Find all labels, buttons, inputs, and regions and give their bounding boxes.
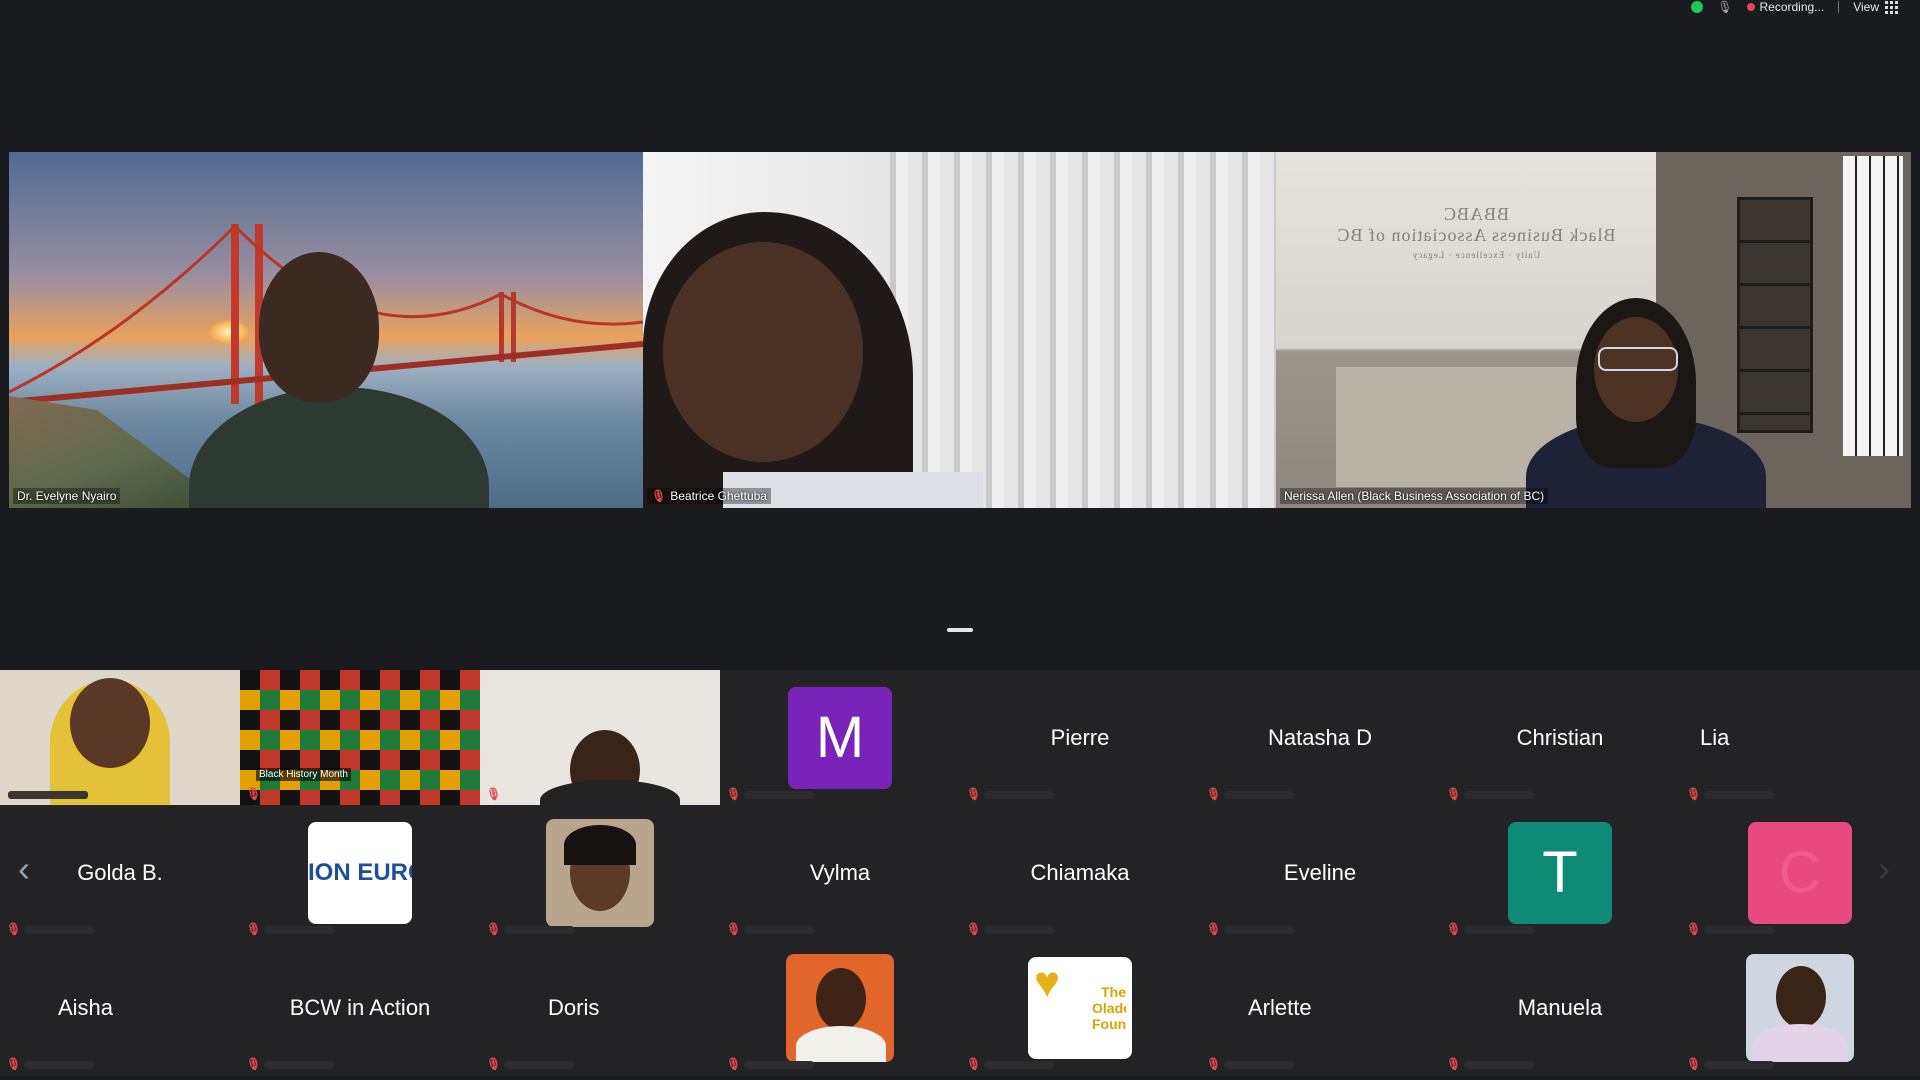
participant-tile-video[interactable]: 🎙︎ xyxy=(480,670,720,805)
avatar-logo: ION EURC xyxy=(308,821,412,924)
recording-indicator[interactable]: Recording... xyxy=(1746,0,1825,14)
muted-mic-icon: 🎙︎ xyxy=(1446,1057,1462,1071)
glasses xyxy=(1598,347,1678,371)
participant-name: Natasha D xyxy=(1268,724,1372,750)
muted-mic-icon: 🎙︎ xyxy=(486,1057,502,1071)
participant-name: Manuela xyxy=(1517,994,1603,1020)
muted-mic-icon: 🎙︎ xyxy=(966,922,982,936)
participant-tile[interactable]: Doris 🎙︎ xyxy=(480,940,720,1075)
tile-caption: Black History Month xyxy=(256,768,351,781)
speaker-name: Nerissa Allen (Black Business Associatio… xyxy=(1280,488,1549,504)
speaker-tile-3-active[interactable]: BBABC Black Business Association of BC U… xyxy=(1276,152,1911,508)
speaker-name: 🎙︎ Beatrice Ghettuba xyxy=(647,488,771,504)
participant-tile[interactable]: Chiamaka 🎙︎ xyxy=(960,805,1200,940)
muted-mic-icon: 🎙︎ xyxy=(726,787,742,801)
participant-video xyxy=(189,242,489,508)
avatar: C xyxy=(1748,821,1852,924)
avatar-photo xyxy=(546,818,654,927)
grid-view-icon xyxy=(1885,0,1898,14)
participant-name: Arlette xyxy=(1248,994,1312,1020)
muted-mic-icon: 🎙︎ xyxy=(726,922,742,936)
previous-page-chevron-icon[interactable]: ‹ xyxy=(18,848,30,890)
speaker-tile-1[interactable]: Dr. Evelyne Nyairo xyxy=(9,152,643,508)
participant-tile[interactable]: Vylma 🎙︎ xyxy=(720,805,960,940)
muted-mic-icon: 🎙︎ xyxy=(966,1057,982,1071)
muted-mic-icon: 🎙︎ xyxy=(1446,787,1462,801)
window xyxy=(1843,156,1903,456)
muted-mic-icon: 🎙︎ xyxy=(486,922,502,936)
muted-mic-icon: 🎙︎ xyxy=(1206,787,1222,801)
muted-mic-icon: 🎙︎ xyxy=(1446,922,1462,936)
participant-name: BCW in Action xyxy=(289,994,431,1020)
heart-icon: ♥ xyxy=(1034,957,1061,1007)
muted-mic-icon: 🎙︎ xyxy=(6,922,22,936)
speaker-name: Dr. Evelyne Nyairo xyxy=(13,488,121,504)
participant-name: Golda B. xyxy=(77,859,163,885)
muted-mic-icon: 🎙︎ xyxy=(1206,922,1222,936)
muted-mic-icon: 🎙︎ xyxy=(726,1057,742,1071)
participant-tile[interactable]: Arlette 🎙︎ xyxy=(1200,940,1440,1075)
participant-name: Eveline xyxy=(1283,859,1357,885)
curtain xyxy=(876,152,1276,508)
participant-tile[interactable]: ION EURC 🎙︎ xyxy=(240,805,480,940)
speaker-tile-2[interactable]: 🎙︎ Beatrice Ghettuba xyxy=(643,152,1276,508)
participant-name: Doris xyxy=(548,994,600,1020)
avatar-photo xyxy=(786,953,894,1062)
participant-tile[interactable]: Golda B. 🎙︎ xyxy=(0,805,240,940)
resize-handle[interactable] xyxy=(947,628,973,632)
view-button[interactable]: View xyxy=(1853,0,1898,14)
muted-mic-icon: 🎙︎ xyxy=(966,787,982,801)
view-label: View xyxy=(1853,0,1879,14)
muted-mic-icon: 🎙︎ xyxy=(1206,1057,1222,1071)
bookshelf xyxy=(1737,197,1813,433)
wall-logo: BBABC Black Business Association of BC U… xyxy=(1336,204,1616,260)
avatar-logo: ♥ The Olade Found xyxy=(1028,956,1132,1059)
avatar: T xyxy=(1508,821,1612,924)
security-shield-icon[interactable] xyxy=(1691,1,1704,13)
muted-mic-icon: 🎙︎ xyxy=(246,922,262,936)
participant-name: Pierre xyxy=(1050,724,1110,750)
muted-mic-icon: 🎙︎ xyxy=(246,787,262,801)
participant-tile[interactable]: Lia 🎙︎ xyxy=(1680,670,1920,805)
participant-name: Aisha xyxy=(58,994,114,1020)
participant-tile[interactable]: M 🎙︎ xyxy=(720,670,960,805)
muted-mic-icon: 🎙︎ xyxy=(486,787,502,801)
participant-name: Chiamaka xyxy=(1030,859,1130,885)
meeting-status-bar: 🎙︎ Recording... View xyxy=(1691,0,1920,14)
muted-mic-icon: 🎙︎ xyxy=(1686,787,1702,801)
participant-tile[interactable]: BCW in Action 🎙︎ xyxy=(240,940,480,1075)
muted-mic-icon: 🎙︎ xyxy=(651,489,667,503)
participant-tile[interactable]: ♥ The Olade Found 🎙︎ xyxy=(960,940,1200,1075)
recording-dot-icon xyxy=(1746,3,1755,11)
participant-name: Lia xyxy=(1700,724,1730,750)
divider xyxy=(1838,1,1840,13)
participant-tile[interactable]: Manuela 🎙︎ xyxy=(1440,940,1680,1075)
participant-tile[interactable]: Christian 🎙︎ xyxy=(1440,670,1680,805)
participant-name: Vylma xyxy=(809,859,871,885)
participant-name: Christian xyxy=(1516,724,1604,750)
muted-mic-icon: 🎙︎ xyxy=(1686,922,1702,936)
recording-label: Recording... xyxy=(1759,0,1825,14)
gallery-grid: Black History Month 🎙︎ 🎙︎ M 🎙︎ Pierre 🎙︎… xyxy=(0,670,1920,1077)
participant-tile[interactable]: 🎙︎ xyxy=(1680,940,1920,1075)
participant-tile[interactable]: 🎙︎ xyxy=(480,805,720,940)
participant-tile[interactable]: 🎙︎ xyxy=(720,940,960,1075)
muted-mic-icon: 🎙︎ xyxy=(1686,1057,1702,1071)
avatar: M xyxy=(788,686,892,789)
participant-tile[interactable]: Aisha 🎙︎ xyxy=(0,940,240,1075)
muted-mic-icon: 🎙︎ xyxy=(6,1057,22,1071)
next-page-chevron-icon[interactable]: › xyxy=(1878,848,1890,890)
participant-tile-video[interactable] xyxy=(0,670,240,805)
participant-tile[interactable]: Natasha D 🎙︎ xyxy=(1200,670,1440,805)
participant-tile-video[interactable]: Black History Month 🎙︎ xyxy=(240,670,480,805)
participant-tile[interactable]: T 🎙︎ xyxy=(1440,805,1680,940)
participant-tile[interactable]: Pierre 🎙︎ xyxy=(960,670,1200,805)
muted-mic-icon: 🎙︎ xyxy=(246,1057,262,1071)
microphone-icon[interactable]: 🎙︎ xyxy=(1717,0,1732,14)
avatar-photo xyxy=(1746,953,1854,1062)
participant-tile[interactable]: Eveline 🎙︎ xyxy=(1200,805,1440,940)
